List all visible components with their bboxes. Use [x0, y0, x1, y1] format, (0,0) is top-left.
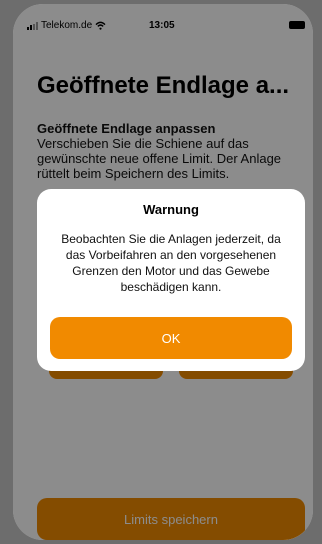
phone-frame: Telekom.de 13:05 Geöffnete Endlage a... … [0, 0, 322, 544]
alert-message: Beobachten Sie die Anlagen jederzeit, da… [61, 232, 281, 294]
ok-button[interactable]: OK [50, 317, 292, 359]
screen: Telekom.de 13:05 Geöffnete Endlage a... … [13, 4, 313, 540]
warning-alert: Warnung Beobachten Sie die Anlagen jeder… [37, 189, 305, 371]
alert-title: Warnung [143, 202, 199, 217]
